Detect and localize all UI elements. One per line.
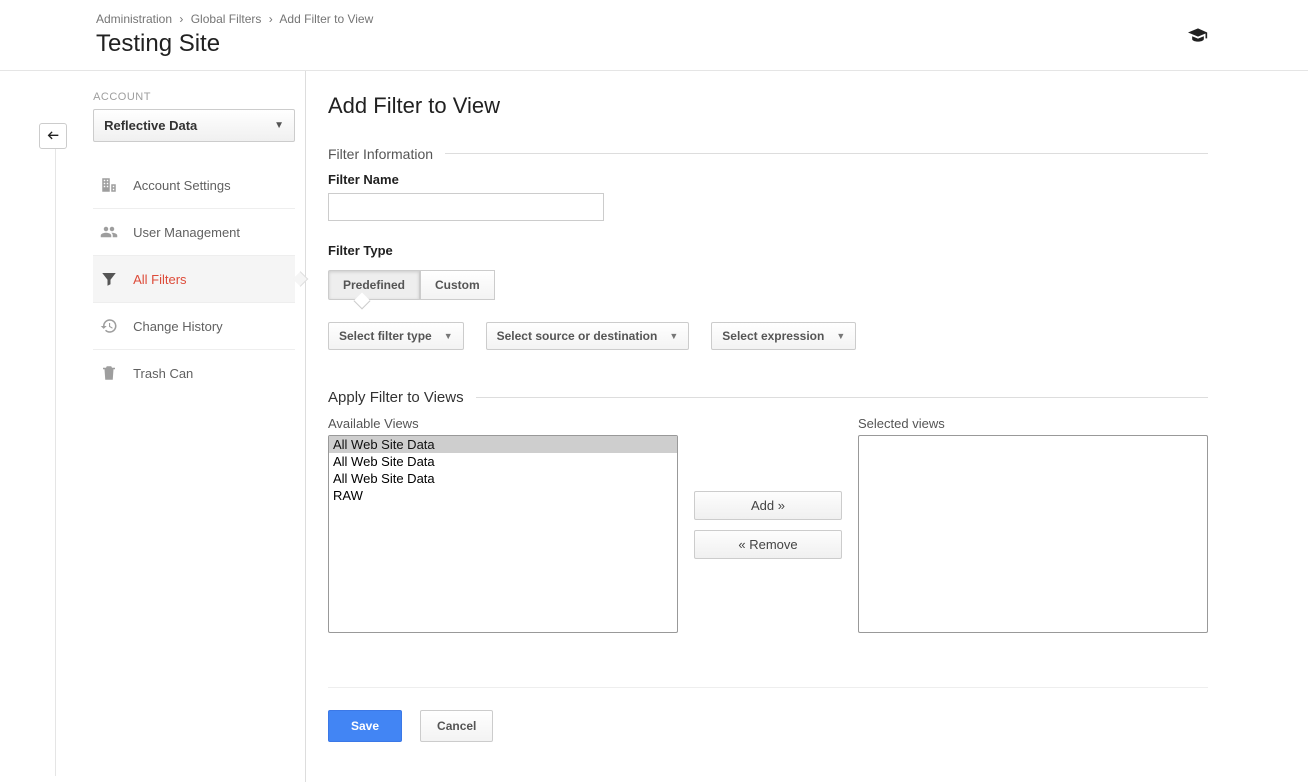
remove-button[interactable]: « Remove	[694, 530, 842, 559]
sidebar-item-label: Account Settings	[133, 178, 231, 193]
filter-name-label: Filter Name	[328, 172, 1208, 187]
sidebar-item-label: User Management	[133, 225, 240, 240]
sidebar-item-all-filters[interactable]: All Filters	[93, 255, 295, 302]
sidebar-item-label: All Filters	[133, 272, 186, 287]
page-header: Administration › Global Filters › Add Fi…	[0, 0, 1308, 71]
apply-filter-heading: Apply Filter to Views	[328, 389, 476, 406]
users-icon	[99, 223, 119, 241]
breadcrumb-item: Add Filter to View	[279, 12, 373, 26]
filter-type-label: Filter Type	[328, 243, 1208, 258]
add-button[interactable]: Add »	[694, 491, 842, 520]
available-views-list[interactable]: All Web Site DataAll Web Site DataAll We…	[328, 435, 678, 633]
available-views-label: Available Views	[328, 416, 678, 431]
trash-icon	[99, 364, 119, 382]
filter-icon	[99, 270, 119, 288]
filter-type-custom[interactable]: Custom	[420, 270, 495, 300]
building-icon	[99, 176, 119, 194]
filter-type-predefined[interactable]: Predefined	[328, 270, 420, 300]
page-title: Add Filter to View	[328, 93, 1208, 119]
sidebar-item-change-history[interactable]: Change History	[93, 302, 295, 349]
main-content: Add Filter to View Filter Information Fi…	[306, 71, 1308, 782]
select-source-dropdown[interactable]: Select source or destination ▼	[486, 322, 690, 350]
list-item[interactable]: All Web Site Data	[329, 436, 677, 453]
filter-name-input[interactable]	[328, 193, 604, 221]
cancel-button[interactable]: Cancel	[420, 710, 493, 742]
save-button[interactable]: Save	[328, 710, 402, 742]
sidebar-item-user-management[interactable]: User Management	[93, 208, 295, 255]
site-title: Testing Site	[96, 30, 1308, 58]
sidebar-item-label: Trash Can	[133, 366, 193, 381]
caret-down-icon: ▼	[669, 331, 678, 341]
breadcrumb: Administration › Global Filters › Add Fi…	[96, 12, 1308, 26]
list-item[interactable]: RAW	[329, 487, 677, 504]
sidebar-section-label: ACCOUNT	[93, 91, 295, 103]
selected-views-list[interactable]	[858, 435, 1208, 633]
sidebar: ACCOUNT Reflective Data ▼ Account Settin…	[53, 71, 306, 782]
sidebar-item-account-settings[interactable]: Account Settings	[93, 162, 295, 208]
filter-information-heading: Filter Information	[328, 146, 445, 162]
sidebar-nav: Account Settings User Management All Fil…	[93, 162, 295, 396]
back-button[interactable]	[39, 123, 67, 149]
caret-down-icon: ▼	[836, 331, 845, 341]
list-item[interactable]: All Web Site Data	[329, 453, 677, 470]
select-filter-type-dropdown[interactable]: Select filter type ▼	[328, 322, 464, 350]
breadcrumb-item[interactable]: Administration	[96, 12, 172, 26]
history-icon	[99, 317, 119, 335]
list-item[interactable]: All Web Site Data	[329, 470, 677, 487]
breadcrumb-item[interactable]: Global Filters	[191, 12, 262, 26]
sidebar-item-trash-can[interactable]: Trash Can	[93, 349, 295, 396]
graduation-cap-icon[interactable]	[1188, 28, 1208, 42]
account-name: Reflective Data	[104, 118, 197, 133]
caret-down-icon: ▼	[444, 331, 453, 341]
selected-views-label: Selected views	[858, 416, 1208, 431]
account-selector[interactable]: Reflective Data ▼	[93, 109, 295, 142]
caret-down-icon: ▼	[274, 120, 284, 131]
sidebar-item-label: Change History	[133, 319, 223, 334]
select-expression-dropdown[interactable]: Select expression ▼	[711, 322, 856, 350]
